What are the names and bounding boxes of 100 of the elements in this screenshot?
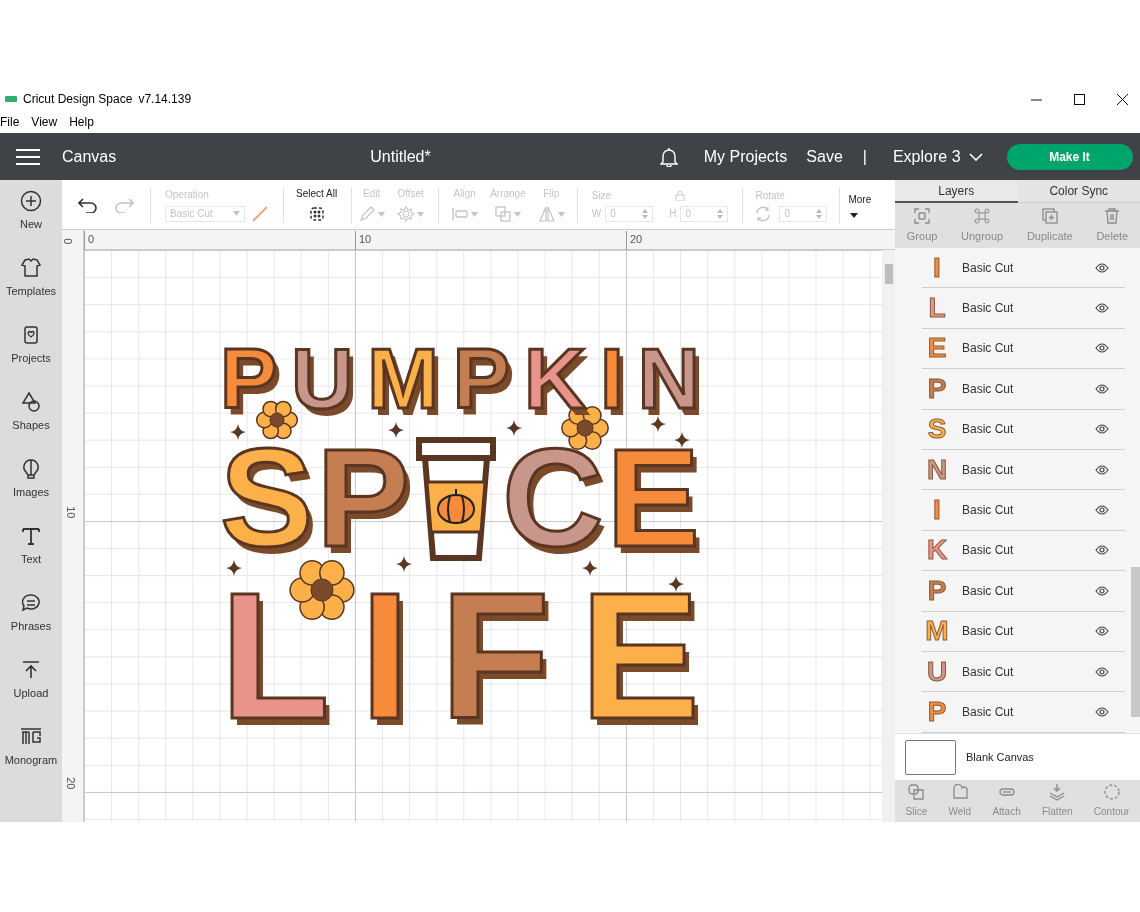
design-letter[interactable]: E	[606, 428, 700, 568]
eye-icon[interactable]	[1095, 262, 1109, 273]
layer-row[interactable]: E Basic Cut	[922, 328, 1125, 370]
design-letter[interactable]: C	[502, 428, 604, 568]
layer-name: Basic Cut	[962, 461, 1014, 479]
layer-row[interactable]: I Basic Cut	[922, 490, 1125, 531]
eye-icon[interactable]	[1095, 464, 1109, 475]
caret-icon	[233, 211, 240, 216]
design-letter[interactable]: K	[524, 335, 587, 421]
canvas-scrollbar[interactable]	[882, 250, 895, 822]
layer-row[interactable]: K Basic Cut	[922, 530, 1125, 572]
sidebar-item[interactable]: Text	[1, 525, 61, 572]
design-letter[interactable]: M	[367, 335, 439, 421]
eye-icon[interactable]	[1095, 505, 1109, 516]
design-letter[interactable]: P	[220, 335, 278, 421]
layer-row[interactable]: P Basic Cut	[922, 692, 1125, 733]
eye-icon[interactable]	[1095, 303, 1109, 314]
layer-row[interactable]: S Basic Cut	[922, 409, 1125, 450]
speech-bubble-icon	[20, 592, 42, 614]
menu-icon[interactable]	[16, 148, 40, 165]
make-it-button[interactable]: Make It	[1006, 143, 1133, 170]
sidebar-item[interactable]: Images	[1, 458, 61, 505]
design-letter[interactable]: N	[637, 335, 700, 421]
layer-row[interactable]: I Basic Cut	[922, 248, 1125, 289]
layer-thumbnail: L	[927, 294, 947, 323]
duplicate-icon	[1040, 206, 1059, 225]
stepper-icon	[642, 208, 649, 219]
design-letter[interactable]: L	[220, 565, 330, 746]
save-button[interactable]: Save	[806, 144, 843, 169]
eye-icon[interactable]	[1095, 545, 1109, 556]
design-letter[interactable]: F	[439, 565, 550, 746]
more-button[interactable]: More	[848, 191, 872, 218]
eye-icon[interactable]	[1095, 383, 1109, 394]
eye-icon[interactable]	[1095, 707, 1109, 717]
toolbar-button[interactable]: Select All	[290, 186, 344, 223]
undo-icon[interactable]	[78, 196, 98, 213]
stepper-icon	[816, 208, 823, 219]
close-icon[interactable]	[1117, 93, 1128, 105]
machine-dropdown[interactable]: Explore 3	[892, 144, 983, 169]
ruler-label: 20	[64, 777, 79, 790]
layer-thumbnail: U	[925, 657, 949, 686]
blank-canvas-swatch[interactable]	[905, 739, 956, 775]
sidebar-item[interactable]: Upload	[1, 659, 61, 706]
select-all-icon	[307, 205, 326, 223]
layer-name: Basic Cut	[962, 582, 1014, 600]
layer-row[interactable]: L Basic Cut	[922, 288, 1125, 329]
sidebar-item[interactable]: New	[1, 190, 61, 237]
layer-thumbnail: P	[926, 576, 948, 605]
sidebar-item[interactable]: Templates	[1, 257, 61, 304]
group-icon	[913, 206, 932, 225]
my-projects-button[interactable]: My Projects	[703, 144, 788, 169]
plus-circle-icon	[20, 190, 42, 212]
layer-thumbnail: N	[925, 455, 949, 484]
layer-row[interactable]: N Basic Cut	[922, 449, 1125, 491]
layer-name: Basic Cut	[962, 300, 1014, 318]
maximize-icon[interactable]	[1074, 93, 1085, 105]
blank-canvas-label: Blank Canvas	[966, 749, 1034, 765]
layer-row[interactable]: M Basic Cut	[922, 611, 1125, 652]
panel-tab[interactable]: Layers	[895, 180, 1018, 203]
bell-icon[interactable]	[659, 146, 678, 167]
flip-icon	[537, 205, 556, 223]
align-icon	[451, 205, 470, 223]
design-letter[interactable]: P	[452, 335, 511, 421]
upload-icon	[20, 659, 42, 681]
size-label: Size	[591, 188, 612, 203]
menu-item[interactable]: File	[0, 112, 20, 131]
design-letter[interactable]: I	[600, 335, 624, 421]
sidebar-item[interactable]: Shapes	[1, 391, 61, 438]
eye-icon[interactable]	[1095, 585, 1109, 596]
design-letter[interactable]: I	[359, 565, 410, 746]
layer-row[interactable]: P Basic Cut	[922, 571, 1125, 612]
eye-icon[interactable]	[1095, 424, 1109, 435]
flatten-icon	[1048, 783, 1067, 801]
sidebar-item[interactable]: Monogram	[1, 726, 61, 773]
sidebar-item[interactable]: Projects	[1, 324, 61, 371]
menu-item[interactable]: View	[31, 112, 58, 131]
eye-icon[interactable]	[1095, 626, 1109, 637]
layer-thumbnail: P	[926, 374, 948, 403]
design-letter[interactable]: E	[579, 565, 700, 746]
chevron-icon	[968, 152, 983, 161]
eye-icon[interactable]	[1095, 666, 1109, 677]
app-name: Cricut Design Space	[23, 91, 133, 108]
sidebar-item[interactable]: Phrases	[1, 592, 61, 639]
header-separator: |	[862, 146, 867, 167]
eye-icon[interactable]	[1095, 343, 1109, 354]
layer-thumbnail: I	[932, 496, 942, 525]
layer-row[interactable]: U Basic Cut	[922, 651, 1125, 693]
caret-icon	[557, 211, 565, 217]
layer-name: Basic Cut	[962, 340, 1014, 358]
layer-name: Basic Cut	[962, 542, 1014, 560]
app-logo-icon	[5, 96, 17, 102]
caret-icon	[514, 211, 522, 217]
layer-thumbnail: I	[932, 253, 942, 282]
triangle-circle-icon	[20, 391, 42, 413]
design-letter[interactable]: P	[316, 428, 410, 568]
menu-item[interactable]: Help	[69, 112, 94, 131]
layer-row[interactable]: P Basic Cut	[922, 369, 1125, 410]
ruler-label: 0	[61, 238, 76, 245]
design-letter[interactable]: S	[220, 428, 314, 568]
design-letter[interactable]: U	[291, 335, 354, 421]
